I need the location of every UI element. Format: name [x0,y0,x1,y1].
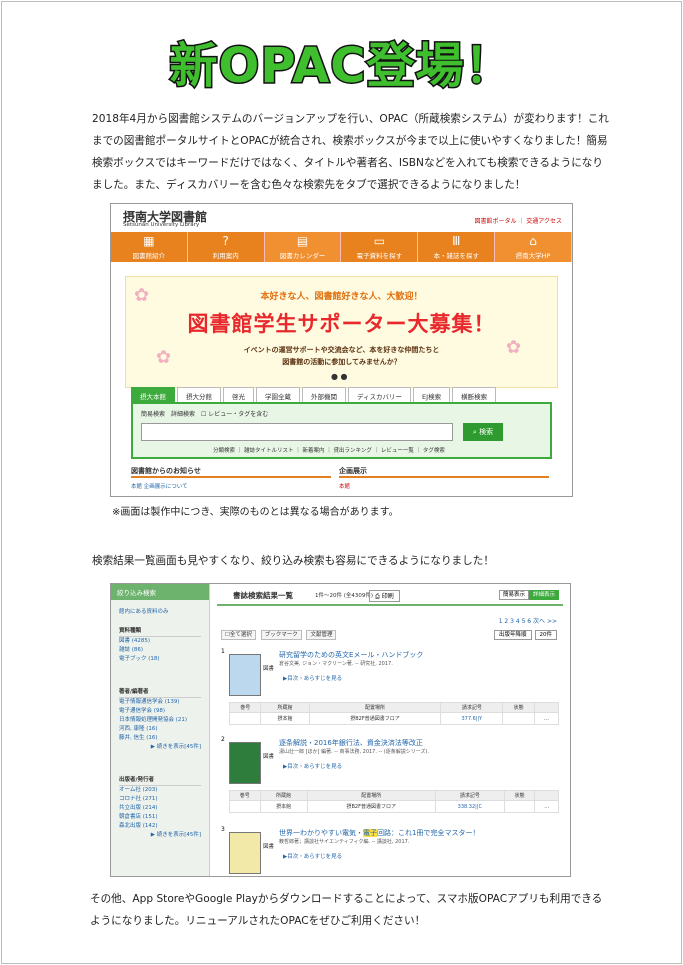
carousel-dots[interactable]: ● ● [331,372,348,381]
portal-screenshot: 摂南大学図書館 Setsunan University Library 図書館ポ… [110,203,573,497]
results-title: 書誌検索結果一覧 [233,591,293,600]
pagination[interactable]: 1 2 3 4 5 6 次へ >> [499,616,557,625]
main-nav: ▦ 図書館紹介 ? 利用案内 ▤ 図書カレンダー ▭ 電子資料を探す Ⅲ 本・雑誌を探す … [111,232,572,262]
sort-select[interactable]: 出版年降順 [493,630,532,640]
toc-link[interactable]: ▶目次・あらすじを見る [283,674,342,682]
book-cover[interactable] [229,654,261,696]
header-links[interactable]: 図書館ポータル ｜ 交通アクセス [474,216,562,225]
intro-paragraph: 2018年4月から図書館システムのバージョンアップを行い、OPAC（所蔵検索シス… [92,113,609,191]
view-simple-button[interactable]: 簡易表示 [498,590,529,600]
facet-sidebar: 絞り込み検索 館内にある資料のみ 資料種類 図書 (4285) 雑誌 (86) … [111,584,210,876]
facet-group-type: 資料種類 図書 (4285) 雑誌 (86) 電子ブック (18) [111,619,209,666]
select-all-button[interactable]: ☐全て選択 [221,630,256,640]
nav-item-calendar[interactable]: ▤ 図書カレンダー [264,232,342,262]
flower-icon: ✿ [156,347,172,368]
book-cover[interactable] [229,832,261,874]
closing-paragraph: その他、App StoreやGoogle Playからダウンロードすることによっ… [90,893,603,927]
nav-item-guide[interactable]: ? 利用案内 [188,232,265,262]
news-heading: 図書館からのお知らせ [131,466,331,478]
sort-controls: 出版年降順 20件 [491,630,557,640]
nav-item-about[interactable]: ▦ 図書館紹介 [111,232,188,262]
building-icon: ▦ [143,234,155,248]
banner-line1: 本好きな人、図書館好きな人、大歓迎！ [260,292,423,302]
facet-group-author: 著者/編著者 電子情報通信学会 (139) 電子通信学会 (98) 日本情報処理… [119,689,201,750]
nav-item-books[interactable]: Ⅲ 本・雑誌を探す [418,232,496,262]
results-screenshot: 絞り込み検索 館内にある資料のみ 資料種類 図書 (4285) 雑誌 (86) … [110,583,571,877]
search-links[interactable]: 分類検索 ｜ 雑誌タイトルリスト ｜ 新着案内 ｜ 貸出ランキング ｜ レビュー… [213,446,445,454]
search-input[interactable] [141,423,453,441]
record-title[interactable]: 世界一わかりやすい電気・電子回路：これ1冊で完全マスター！ [279,828,479,838]
per-page-select[interactable]: 20件 [534,630,557,640]
university-icon: ⌂ [529,234,537,248]
holdings-table: 巻号 所蔵館 配置場所 請求記号 状態 摂本館 摂B2F普通図書フロア 338.32||C… [229,790,559,813]
calendar-icon: ▤ [296,234,309,248]
view-toggle: 簡易表示 詳細表示 [498,590,559,600]
search-box: 簡易検索 詳細検索 ☐ レビュー・タグを含む ⌕ 検索 分類検索 ｜ 雑誌タイト… [131,402,552,459]
toc-link[interactable]: ▶目次・あらすじを見る [283,852,342,860]
book-cover[interactable] [229,742,261,784]
bookmark-button[interactable]: ブックマーク [260,630,302,640]
search-options[interactable]: 簡易検索 詳細検索 ☐ レビュー・タグを含む [141,409,268,418]
result-tools: ☐全て選択 ブックマーク 文献管理 [221,630,339,640]
search-button[interactable]: ⌕ 検索 [463,423,503,441]
results-header: 書誌検索結果一覧 1件～20件 (全4309件) ⎙ 印刷 簡易表示 詳細表示 [217,586,563,606]
print-button[interactable]: ⎙ 印刷 [369,590,400,602]
sidebar-title: 絞り込み検索 [111,584,209,600]
banner-line3: イベントの運営サポートや交流会など、本を好きな仲間たちと 図書館の活動に参加してみ… [243,346,440,366]
holdings-table: 巻号 所蔵館 配置場所 請求記号 状態 摂本館 摂B2F普通図書フロア 377.6||Y… [228,702,560,725]
nav-item-university[interactable]: ⌂ 摂南大学HP [495,232,572,262]
record-title[interactable]: 研究留学のための英文Eメール・ハンドブック [279,650,423,660]
results-main: 書誌検索結果一覧 1件～20件 (全4309件) ⎙ 印刷 簡易表示 詳細表示 1… [217,586,563,874]
flower-icon: ✿ [134,285,150,306]
facet-group-publisher: 出版者/発行者 オーム社 (203) コロナ社 (271) 共立出版 (214)… [119,777,201,838]
results-paragraph: 検索結果一覧画面も見やすくなり、絞り込み検索も容易にできるようになりました！ [92,555,494,567]
reference-button[interactable]: 文献管理 [306,630,337,640]
facet-in-library: 館内にある資料のみ [119,609,169,615]
computer-icon: ▭ [373,234,386,248]
banner-main: 図書館学生サポーター大募集！ [187,312,496,336]
flower-icon: ✿ [506,337,522,358]
library-logo-sub: Setsunan University Library [123,222,200,228]
record-title[interactable]: 逐条解説・2016年銀行法、資金決済法等改正 [279,738,423,748]
news-item[interactable]: 本館 企画展示について [131,482,188,490]
books-icon: Ⅲ [452,234,461,248]
screenshot-note: ※画面は製作中につき、実際のものとは異なる場合があります。 [112,507,399,518]
toc-link[interactable]: ▶目次・あらすじを見る [283,762,342,770]
question-icon: ? [222,234,229,248]
event-item[interactable]: 本館 [339,482,350,490]
portal-header: 摂南大学図書館 Setsunan University Library 図書館ポ… [111,204,572,232]
results-count: 1件～20件 (全4309件) [315,593,374,599]
page-title: 新OPAC登場！ [168,37,514,96]
event-heading: 企画展示 [339,466,549,478]
nav-item-e-resources[interactable]: ▭ 電子資料を探す [341,232,419,262]
view-detail-button[interactable]: 詳細表示 [528,590,559,600]
